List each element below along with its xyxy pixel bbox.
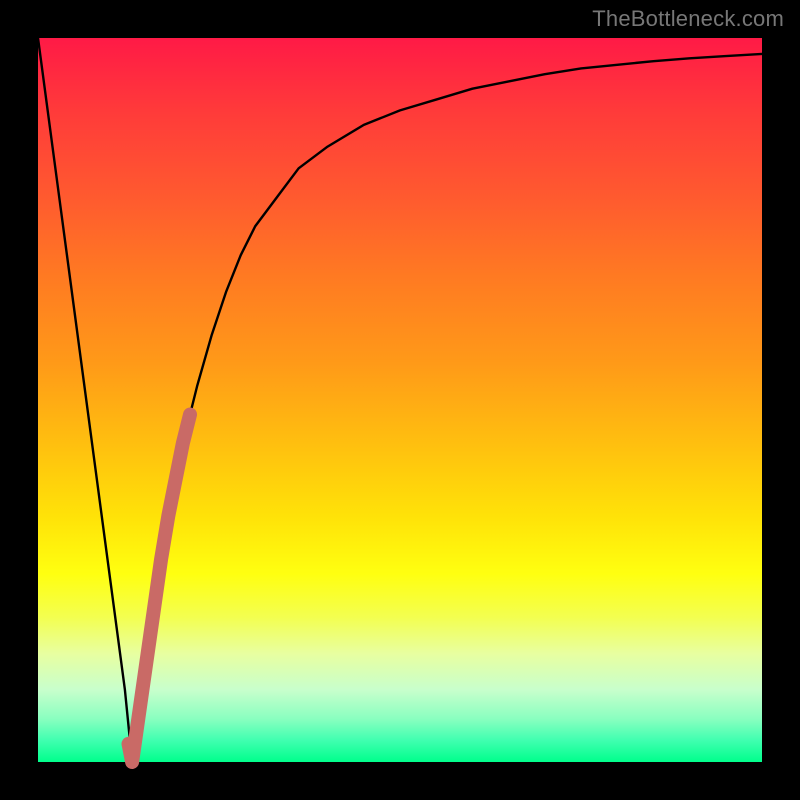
curve-svg — [38, 38, 762, 762]
watermark-text: TheBottleneck.com — [592, 6, 784, 32]
plot-area — [38, 38, 762, 762]
highlight-segment — [129, 414, 191, 762]
chart-frame: TheBottleneck.com — [0, 0, 800, 800]
